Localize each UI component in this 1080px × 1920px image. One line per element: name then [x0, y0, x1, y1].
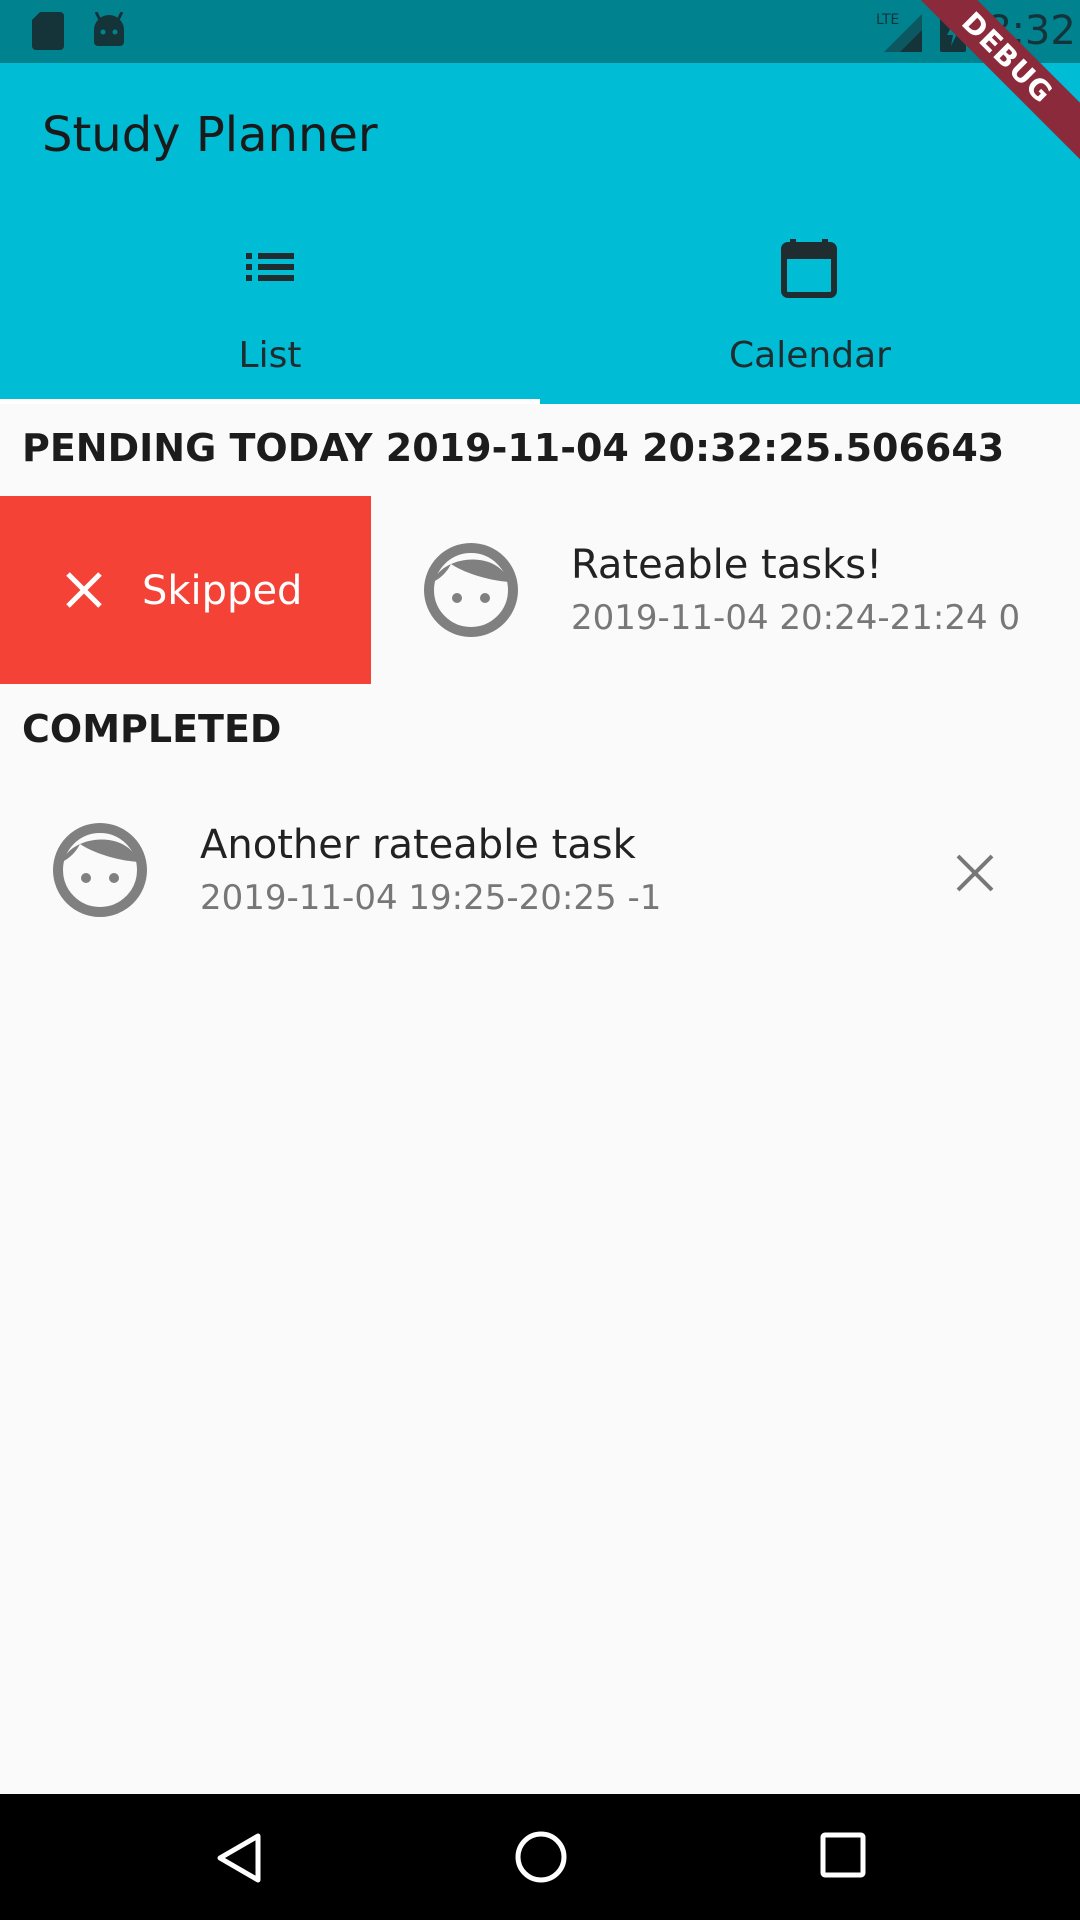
- skipped-swipe-action[interactable]: Skipped: [0, 496, 371, 684]
- close-icon[interactable]: [950, 848, 1000, 902]
- pending-header: PENDING TODAY 2019-11-04 20:32:25.506643: [22, 426, 1005, 470]
- home-icon[interactable]: [514, 1830, 568, 1888]
- status-bar: LTE 8:32: [0, 0, 1080, 63]
- task-subtitle: 2019-11-04 19:25-20:25 -1: [200, 878, 662, 918]
- app-title: Study Planner: [42, 107, 378, 163]
- completed-header: COMPLETED: [22, 707, 282, 751]
- tab-calendar-label: Calendar: [729, 335, 891, 376]
- list-item[interactable]: Another rateable task 2019-11-04 19:25-2…: [0, 776, 1080, 964]
- svg-text:LTE: LTE: [876, 12, 899, 28]
- calendar-icon: [778, 235, 842, 303]
- tab-calendar[interactable]: Calendar: [540, 235, 1080, 395]
- skipped-label: Skipped: [142, 568, 303, 614]
- app-bar: Study Planner List Calendar: [0, 63, 1080, 404]
- list-icon: [238, 235, 302, 303]
- system-nav-bar: [0, 1794, 1080, 1920]
- recent-apps-icon[interactable]: [818, 1830, 868, 1884]
- list-item[interactable]: Rateable tasks! 2019-11-04 20:24-21:24 0: [371, 496, 1080, 684]
- tab-list-label: List: [238, 335, 302, 376]
- face-icon: [52, 822, 148, 922]
- tab-indicator: [0, 399, 540, 404]
- back-icon[interactable]: [212, 1830, 264, 1890]
- face-icon: [423, 542, 519, 642]
- tab-list[interactable]: List: [0, 235, 540, 395]
- close-icon: [64, 570, 104, 614]
- task-title: Rateable tasks!: [571, 542, 883, 588]
- lte-signal-icon: LTE: [876, 10, 924, 56]
- sd-card-icon: [32, 12, 64, 54]
- task-title: Another rateable task: [200, 822, 636, 868]
- task-subtitle: 2019-11-04 20:24-21:24 0: [571, 598, 1021, 638]
- android-icon: [92, 11, 126, 52]
